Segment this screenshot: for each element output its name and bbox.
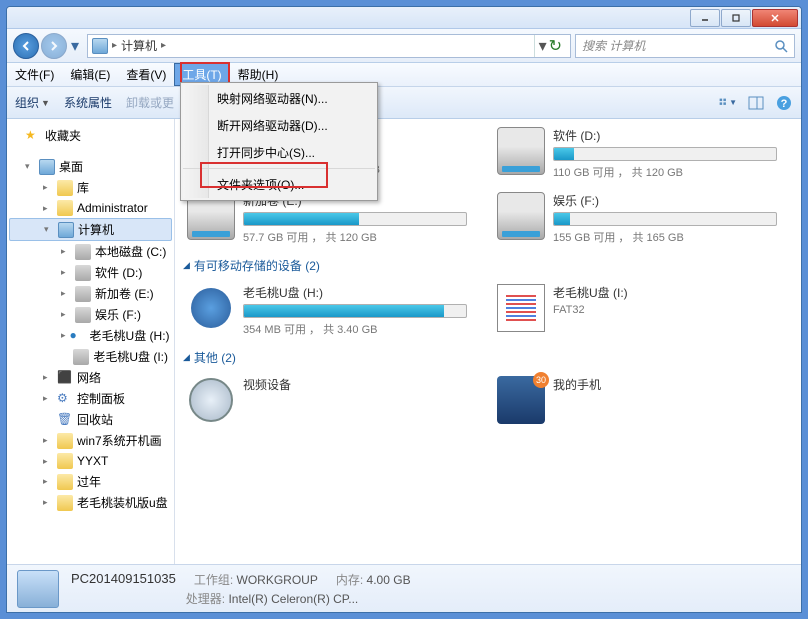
computer-icon <box>92 38 108 54</box>
other-item-phone[interactable]: 我的手机 <box>497 376 777 424</box>
refresh-icon[interactable]: ↻ <box>549 36 562 56</box>
explorer-window: ▾ ▸ 计算机 ▸ ▾ ↻ 搜索 计算机 文件(F) 编辑(E) 查看(V) 工… <box>6 6 802 613</box>
item-name: 视频设备 <box>243 376 467 393</box>
toolbar-organize[interactable]: 组织 ▼ <box>15 94 50 111</box>
menubar: 文件(F) 编辑(E) 查看(V) 工具(T) 帮助(H) <box>7 63 801 87</box>
drive-name: 老毛桃U盘 (H:) <box>243 284 467 301</box>
phone-icon <box>497 376 545 424</box>
nav-history-dropdown[interactable]: ▾ <box>71 36 83 56</box>
drive-item-h[interactable]: 老毛桃U盘 (H:) 354 MB 可用 ， 共 3.40 GB <box>187 284 467 337</box>
drive-icon <box>497 127 545 175</box>
maximize-button[interactable] <box>721 9 751 27</box>
item-name: 我的手机 <box>553 376 777 393</box>
section-other[interactable]: ◢其他 (2) <box>183 349 789 366</box>
drive-icon <box>497 192 545 240</box>
address-bar[interactable]: ▸ 计算机 ▸ ▾ ↻ <box>87 34 571 58</box>
minimize-button[interactable] <box>690 9 720 27</box>
toolbar-system-properties[interactable]: 系统属性 <box>64 94 112 111</box>
sidebar-control-panel[interactable]: ▸⚙控制面板 <box>7 388 174 409</box>
drive-stats: 155 GB 可用 ， 共 165 GB <box>553 229 777 245</box>
drive-name: 软件 (D:) <box>553 127 777 144</box>
breadcrumb-root[interactable]: 计算机 <box>121 37 157 54</box>
sidebar-drive-e[interactable]: ▸新加卷 (E:) <box>7 283 174 304</box>
camera-icon <box>187 376 235 424</box>
sidebar: ★收藏夹 ▾桌面 ▸库 ▸Administrator ▾计算机 ▸本地磁盘 (C… <box>7 119 175 564</box>
help-icon[interactable]: ? <box>775 94 793 112</box>
statusbar: PC201409151035 工作组: WORKGROUP 内存: 4.00 G… <box>7 564 801 612</box>
menu-edit[interactable]: 编辑(E) <box>62 63 118 86</box>
sidebar-folder-lastyear[interactable]: ▸过年 <box>7 471 174 492</box>
menu-disconnect-network-drive[interactable]: 断开网络驱动器(D)... <box>183 112 375 139</box>
sidebar-administrator[interactable]: ▸Administrator <box>7 198 174 218</box>
sidebar-drive-f[interactable]: ▸娱乐 (F:) <box>7 304 174 325</box>
drive-item-i[interactable]: 老毛桃U盘 (I:) FAT32 <box>497 284 777 337</box>
sidebar-folder-yyxt[interactable]: ▸YYXT <box>7 451 174 471</box>
menu-open-sync-center[interactable]: 打开同步中心(S)... <box>183 139 375 169</box>
drive-item-f[interactable]: 娱乐 (F:) 155 GB 可用 ， 共 165 GB <box>497 192 777 245</box>
drive-name: 娱乐 (F:) <box>553 192 777 209</box>
sidebar-folder-lmt[interactable]: ▸老毛桃装机版u盘 <box>7 492 174 513</box>
drive-filesystem: FAT32 <box>553 304 777 316</box>
titlebar <box>7 7 801 29</box>
sidebar-drive-h[interactable]: ▸●老毛桃U盘 (H:) <box>7 325 174 346</box>
toolbar-uninstall[interactable]: 卸载或更 <box>126 94 174 111</box>
sidebar-drive-i[interactable]: 老毛桃U盘 (I:) <box>7 346 174 367</box>
view-options-icon[interactable]: ▼ <box>719 94 737 112</box>
close-button[interactable] <box>752 9 798 27</box>
status-workgroup: WORKGROUP <box>237 573 318 587</box>
sidebar-computer[interactable]: ▾计算机 <box>9 218 172 241</box>
status-cpu: Intel(R) Celeron(R) CP... <box>228 592 358 606</box>
svg-text:?: ? <box>781 98 788 110</box>
computer-large-icon <box>17 570 59 608</box>
sidebar-libraries[interactable]: ▸库 <box>7 177 174 198</box>
sidebar-recycle-bin[interactable]: 🗑回收站 <box>7 409 174 430</box>
sidebar-drive-d[interactable]: ▸软件 (D:) <box>7 262 174 283</box>
toolbar: 组织 ▼ 系统属性 卸载或更 打开控制面板 ▼ ? <box>7 87 801 119</box>
forward-button[interactable] <box>41 33 67 59</box>
breadcrumb-separator: ▸ <box>161 40 166 51</box>
document-icon <box>497 284 545 332</box>
navbar: ▾ ▸ 计算机 ▸ ▾ ↻ 搜索 计算机 <box>7 29 801 63</box>
status-computer-name: PC201409151035 <box>71 571 176 588</box>
sidebar-network[interactable]: ▸⬛网络 <box>7 367 174 388</box>
back-button[interactable] <box>13 33 39 59</box>
drive-stats: 354 MB 可用 ， 共 3.40 GB <box>243 321 467 337</box>
sidebar-favorites[interactable]: ★收藏夹 <box>7 125 174 146</box>
menu-map-network-drive[interactable]: 映射网络驱动器(N)... <box>183 85 375 112</box>
search-icon <box>774 39 788 53</box>
menu-file[interactable]: 文件(F) <box>7 63 62 86</box>
usb-icon <box>187 284 235 332</box>
breadcrumb-separator: ▸ <box>112 40 117 51</box>
drive-stats: 110 GB 可用 ， 共 120 GB <box>553 164 777 180</box>
sidebar-folder-win7[interactable]: ▸win7系统开机画 <box>7 430 174 451</box>
body-area: ★收藏夹 ▾桌面 ▸库 ▸Administrator ▾计算机 ▸本地磁盘 (C… <box>7 119 801 564</box>
drive-name: 老毛桃U盘 (I:) <box>553 284 777 301</box>
other-item-video[interactable]: 视频设备 <box>187 376 467 424</box>
dropdown-icon[interactable]: ▾ <box>539 36 547 56</box>
search-input[interactable]: 搜索 计算机 <box>575 34 795 58</box>
search-placeholder: 搜索 计算机 <box>582 37 645 54</box>
tools-dropdown: 映射网络驱动器(N)... 断开网络驱动器(D)... 打开同步中心(S)...… <box>180 82 378 201</box>
section-removable[interactable]: ◢有可移动存储的设备 (2) <box>183 257 789 274</box>
menu-folder-options[interactable]: 文件夹选项(O)... <box>183 171 375 198</box>
sidebar-desktop[interactable]: ▾桌面 <box>7 156 174 177</box>
preview-pane-icon[interactable] <box>747 94 765 112</box>
drive-stats: 57.7 GB 可用 ， 共 120 GB <box>243 229 467 245</box>
menu-view[interactable]: 查看(V) <box>118 63 174 86</box>
drive-item-d[interactable]: 软件 (D:) 110 GB 可用 ， 共 120 GB <box>497 127 777 180</box>
status-memory: 4.00 GB <box>367 573 411 587</box>
sidebar-drive-c[interactable]: ▸本地磁盘 (C:) <box>7 241 174 262</box>
